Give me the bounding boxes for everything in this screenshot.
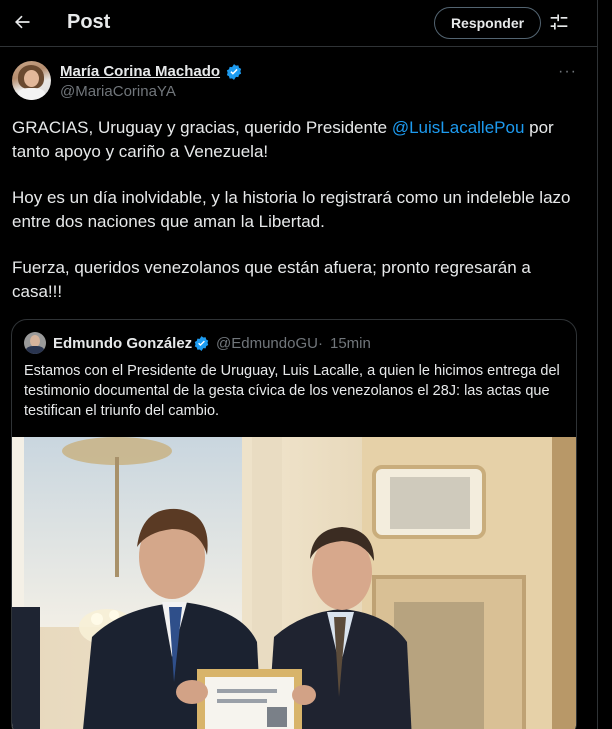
tweet-text-part: GRACIAS, Uruguay y gracias, querido Pres… [12, 118, 392, 137]
verified-badge-icon [193, 335, 210, 352]
quoted-avatar-body [26, 346, 44, 354]
quoted-text: Estamos con el Presidente de Uruguay, Lu… [24, 363, 560, 419]
photo-illustration [12, 437, 576, 729]
avatar-face [24, 70, 39, 87]
avatar-shirt [18, 88, 45, 100]
more-options-icon[interactable]: ··· [558, 63, 577, 81]
quoted-timestamp[interactable]: 15min [330, 335, 371, 352]
author-handle[interactable]: @MariaCorinaYA [60, 83, 176, 100]
verified-badge-icon [225, 63, 243, 81]
tweet-paragraph-3: Fuerza, queridos venezolanos que están a… [12, 258, 531, 301]
column-border [597, 0, 598, 729]
arrow-left-icon[interactable] [10, 10, 34, 34]
tweet-text: GRACIAS, Uruguay y gracias, querido Pres… [12, 116, 582, 304]
page-title: Post [67, 11, 111, 33]
quoted-avatar[interactable] [24, 332, 46, 354]
quoted-author-name[interactable]: Edmundo González [53, 335, 192, 352]
tune-icon[interactable] [549, 12, 571, 34]
tweet-paragraph-2: Hoy es un día inolvidable, y la historia… [12, 188, 571, 231]
quoted-tweet[interactable]: Edmundo González @EdmundoGU · 15min Esta… [11, 319, 577, 729]
separator-dot: · [318, 335, 323, 352]
author-name[interactable]: María Corina Machado [60, 63, 220, 80]
reply-button[interactable]: Responder [434, 7, 541, 39]
header-divider [0, 46, 597, 47]
top-bar: Post Responder [0, 0, 612, 46]
attached-photo[interactable] [12, 437, 576, 729]
avatar[interactable] [12, 61, 51, 100]
mention-link[interactable]: @LuisLacallePou [392, 118, 525, 137]
tweet-paragraph-1: GRACIAS, Uruguay y gracias, querido Pres… [12, 116, 582, 164]
quoted-author-handle[interactable]: @EdmundoGU [216, 335, 318, 352]
